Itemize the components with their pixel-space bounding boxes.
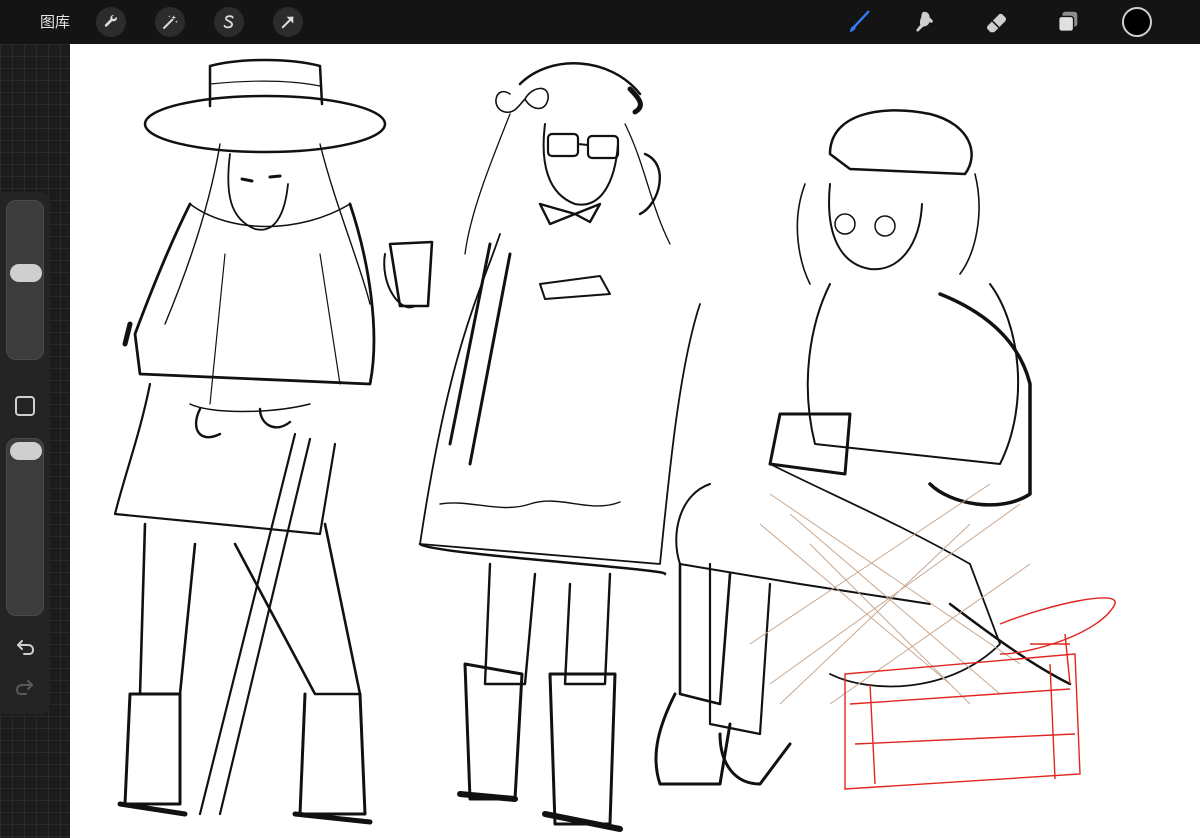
magic-wand-icon <box>163 15 178 29</box>
gallery-button[interactable]: 图库 <box>40 12 70 32</box>
figure-bow-glasses <box>383 62 701 832</box>
plaid-hatch <box>749 483 1031 705</box>
brush-size-handle[interactable] <box>10 264 42 283</box>
selection-button[interactable] <box>214 7 244 37</box>
figure-sitting-beret <box>654 109 1072 786</box>
top-toolbar: 图库 <box>0 0 1200 44</box>
actions-button[interactable] <box>96 7 126 37</box>
eraser-icon <box>987 13 1007 33</box>
selection-s-icon <box>223 15 234 29</box>
sidebar <box>0 192 50 714</box>
opacity-handle[interactable] <box>10 442 42 460</box>
brush-size-slider[interactable] <box>6 200 44 360</box>
opacity-slider[interactable] <box>6 438 44 616</box>
brush-icon <box>849 10 870 33</box>
layers-tool-button[interactable] <box>1054 8 1082 36</box>
transform-button[interactable] <box>273 7 303 37</box>
wrench-icon <box>104 14 118 27</box>
redo-icon[interactable] <box>13 674 37 698</box>
arrow-cursor-icon <box>281 16 294 29</box>
sketch-artwork <box>113 58 1116 832</box>
undo-icon[interactable] <box>13 634 37 658</box>
modify-button[interactable] <box>15 396 35 416</box>
brush-tool-button[interactable] <box>845 8 873 36</box>
adjustments-button[interactable] <box>155 7 185 37</box>
color-picker-button[interactable] <box>1122 7 1152 37</box>
eraser-tool-button[interactable] <box>983 8 1011 36</box>
smudge-icon <box>916 11 933 32</box>
smudge-tool-button[interactable] <box>911 8 939 36</box>
layers-icon <box>1058 11 1078 32</box>
figure-hat-cape <box>113 58 387 825</box>
drawing-canvas[interactable] <box>70 44 1200 838</box>
